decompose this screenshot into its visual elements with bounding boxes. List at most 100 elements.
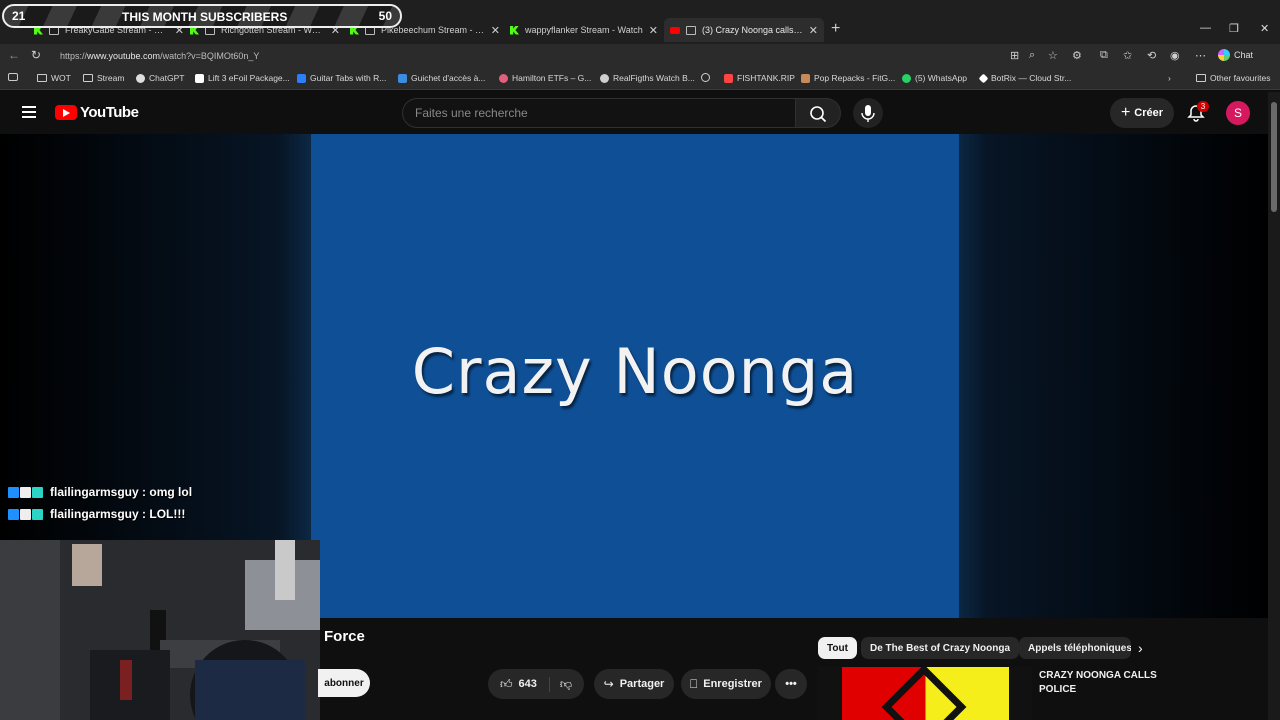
- youtube-logo[interactable]: YouTube: [55, 104, 139, 121]
- app-available-icon[interactable]: ⊞: [1010, 49, 1019, 62]
- bookmark-pop-repacks[interactable]: Pop Repacks - FitG...: [801, 73, 895, 83]
- folder-icon: [83, 74, 93, 82]
- browser-tab-wappyflanker[interactable]: wappyflanker Stream - Watch ✕: [510, 18, 660, 42]
- badge-icon: [20, 486, 31, 498]
- avatar[interactable]: S: [1226, 101, 1250, 125]
- search-input[interactable]: [402, 98, 796, 128]
- more-actions-button[interactable]: •••: [775, 669, 807, 699]
- badge-icon: [20, 508, 31, 520]
- speaker-icon: [686, 25, 696, 35]
- dislike-button[interactable]: 👎︎: [550, 677, 572, 692]
- tabs-icon: [297, 73, 306, 83]
- subscriber-count-right: 50: [378, 9, 392, 23]
- subscriber-count-left: 21: [12, 9, 26, 23]
- hamilton-icon: [499, 73, 508, 83]
- recommendation-title[interactable]: CRAZY NOONGA CALLS POLICE: [1039, 669, 1179, 697]
- browser-tab-crazy-noonga[interactable]: (3) Crazy Noonga calls The De ✕: [664, 18, 824, 42]
- bookmark-realfigths[interactable]: RealFigths Watch B...: [600, 73, 695, 83]
- bookmark-icon: ⎕: [690, 676, 698, 691]
- microphone-icon: [861, 105, 875, 122]
- chat-message: flailingarmsguy : omg lol: [8, 485, 192, 499]
- bookmark-wot[interactable]: WOT: [37, 73, 71, 83]
- subscriber-goal-overlay: 21 THIS MONTH SUBSCRIBERS 50: [2, 4, 402, 28]
- fishtank-icon: [724, 73, 733, 83]
- bookmark-whatsapp[interactable]: (5) WhatsApp: [902, 73, 967, 83]
- minimize-icon[interactable]: —: [1200, 22, 1211, 34]
- new-tab-icon[interactable]: +: [831, 20, 840, 38]
- profile-icon[interactable]: ◉: [1170, 49, 1180, 62]
- bookmark-guichet[interactable]: Guichet d'accès à...: [398, 73, 485, 83]
- chat-text: LOL!!!: [149, 507, 186, 521]
- zoom-icon[interactable]: ⌕: [1029, 49, 1035, 62]
- subscribe-button[interactable]: abonner: [318, 669, 370, 697]
- badge-icon: [32, 508, 43, 520]
- chip-all[interactable]: Tout: [818, 637, 857, 659]
- globe-icon: [701, 73, 710, 82]
- more-menu-icon[interactable]: ⋯: [1195, 49, 1206, 62]
- subscriber-goal-label: THIS MONTH SUBSCRIBERS: [122, 10, 288, 24]
- restore-icon[interactable]: ❐: [1229, 22, 1239, 35]
- share-icon: ↪: [603, 677, 614, 691]
- url-field[interactable]: https://www.youtube.com/watch?v=BQIMOt60…: [50, 46, 1000, 66]
- chevron-right-icon[interactable]: ›: [1138, 640, 1143, 656]
- lift-icon: [195, 73, 204, 83]
- copilot-icon: [1218, 49, 1230, 61]
- chat-message: flailingarmsguy : LOL!!!: [8, 507, 185, 521]
- bookmark-botrix[interactable]: BotRix — Cloud Str...: [978, 73, 1071, 83]
- bookmarks-bar: WOT Stream ChatGPT Lift 3 eFoil Package.…: [0, 68, 1280, 90]
- favorites-icon[interactable]: ✩: [1123, 49, 1132, 62]
- extensions-icon[interactable]: ⚙: [1072, 49, 1082, 62]
- favorite-star-icon[interactable]: ☆: [1048, 49, 1058, 62]
- reading-list-icon[interactable]: [8, 73, 22, 81]
- chatgpt-icon: [136, 73, 145, 83]
- kick-icon: [510, 25, 519, 35]
- youtube-play-icon: [55, 105, 77, 120]
- chat-badges: [8, 486, 44, 498]
- close-window-icon[interactable]: ✕: [1260, 22, 1269, 35]
- history-icon[interactable]: ⟲: [1147, 49, 1156, 62]
- create-button[interactable]: + Créer: [1110, 98, 1174, 128]
- bookmark-other-favourites[interactable]: Other favourites: [1196, 73, 1270, 83]
- video-frame-text: Crazy Noonga: [411, 334, 859, 408]
- recommendation-thumbnail[interactable]: [818, 667, 1032, 720]
- copilot-chat-button[interactable]: Chat: [1218, 49, 1253, 61]
- voice-search-button[interactable]: [853, 98, 883, 128]
- reload-icon[interactable]: ↻: [31, 48, 41, 62]
- badge-icon: [8, 486, 19, 498]
- video-frame[interactable]: Crazy Noonga: [311, 134, 959, 618]
- close-icon[interactable]: ✕: [809, 24, 818, 37]
- bookmark-fishtank[interactable]: FISHTANK.RIP: [724, 73, 795, 83]
- bookmarks-overflow-icon[interactable]: ›: [1168, 73, 1171, 83]
- bookmark-lift-efoil[interactable]: Lift 3 eFoil Package...: [195, 73, 290, 83]
- chip-best-of-crazy-noonga[interactable]: De The Best of Crazy Noonga: [861, 637, 1020, 659]
- close-icon[interactable]: ✕: [649, 24, 658, 37]
- thumbs-up-icon: 👍︎: [499, 676, 513, 691]
- bookmark-hamilton-etfs[interactable]: Hamilton ETFs – G...: [499, 73, 591, 83]
- chat-username: flailingarmsguy: [50, 485, 139, 499]
- wordpress-icon: [600, 73, 609, 83]
- whatsapp-icon: [902, 73, 911, 83]
- bookmark-chatgpt[interactable]: ChatGPT: [136, 73, 184, 83]
- chip-phone-calls[interactable]: Appels téléphoniques: [1019, 637, 1131, 659]
- botrix-icon: [978, 73, 989, 83]
- back-icon[interactable]: ←: [8, 48, 20, 62]
- bookmark-globe[interactable]: [701, 73, 714, 82]
- scrollbar-thumb[interactable]: [1271, 102, 1277, 212]
- share-button[interactable]: ↪ Partager: [594, 669, 674, 699]
- like-button[interactable]: 👍︎ 643: [499, 676, 550, 692]
- split-screen-icon[interactable]: ⧉: [1100, 49, 1108, 62]
- thumbs-down-icon: 👎︎: [559, 676, 573, 691]
- search-button[interactable]: [795, 98, 841, 128]
- bookmark-stream[interactable]: Stream: [83, 73, 124, 83]
- menu-icon[interactable]: [22, 106, 36, 118]
- video-title: Force: [324, 628, 365, 645]
- page-scrollbar[interactable]: [1268, 92, 1280, 720]
- folder-icon: [1196, 74, 1206, 82]
- more-horizontal-icon: •••: [785, 678, 797, 690]
- youtube-icon: [670, 26, 680, 34]
- bookmark-guitar-tabs[interactable]: Guitar Tabs with R...: [297, 73, 386, 83]
- chat-badges: [8, 508, 44, 520]
- save-button[interactable]: ⎕ Enregistrer: [681, 669, 771, 699]
- url-protocol: https://: [60, 51, 88, 61]
- close-icon[interactable]: ✕: [491, 24, 500, 37]
